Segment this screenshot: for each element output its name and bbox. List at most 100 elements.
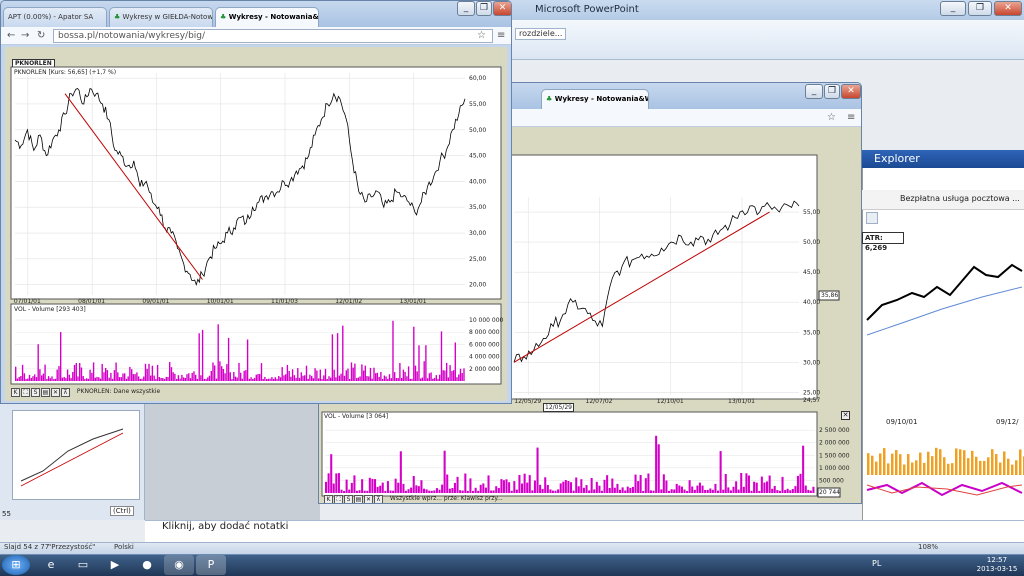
favorites-item[interactable]: Bezpłatna usługa pocztowa ... [900,194,1020,203]
volume-bar [219,361,221,381]
volume-bar [99,378,102,381]
volume-bar [124,373,126,381]
volume-bar [224,373,226,381]
volume-bar [464,473,467,493]
footer-btn[interactable]: S [31,388,40,397]
volume-bar [390,378,392,381]
volume-bar [404,371,406,381]
volume-bar [508,482,511,493]
volume-bar [523,473,526,493]
tab-wykresy-2[interactable]: ♣ Wykresy - Notowania&W [541,89,649,109]
taskbar-media[interactable]: ▶ [100,555,130,575]
volume-bar [515,489,518,493]
footer-btn[interactable]: S [344,495,353,503]
slide-thumbnail[interactable] [12,410,140,500]
footer-btn[interactable]: K [324,495,333,503]
volume-bar [693,489,696,493]
volume-bar [766,481,769,493]
footer-btn[interactable]: ✕ [364,495,373,503]
volume-bar [326,379,328,381]
orange-volume-bar [931,456,934,475]
volume-bar [327,473,330,493]
clock-date: 2013-03-15 [976,565,1018,573]
ribbon-dropdown[interactable]: rozdziele... [515,28,567,40]
ppt-minimize-button[interactable]: _ [940,1,966,16]
volume-bar [366,376,368,381]
taskbar-explorer[interactable]: ▭ [68,555,98,575]
chrome-window-1: APT (0.00%) - Apator SA ♣ Wykresy w GIEŁ… [0,0,512,404]
orange-volume-bar [891,453,894,475]
volume-tick-label: 2 000 000 [819,440,850,447]
footer-btn[interactable]: ⊼ [374,495,383,503]
footer-btn[interactable]: ⛶ [21,388,30,397]
orange-volume-bar [951,463,954,475]
volume-bar [647,473,650,493]
volume-bar [539,484,542,493]
volume-bar [134,374,136,381]
ppt-maximize-button[interactable]: ❐ [968,1,992,16]
language-indicator[interactable]: Polski [114,543,134,551]
volume-bar [412,476,415,493]
volume-bar [23,373,26,381]
close-volume-panel-2[interactable]: ✕ [841,411,850,420]
zoom-level[interactable]: 108% [918,543,938,551]
paste-options[interactable]: (Ctrl) [110,506,134,516]
win2-maximize[interactable]: ❐ [824,84,840,99]
volume-bar [399,363,401,381]
folder-icon: ▭ [77,558,89,571]
volume-bar [340,489,343,493]
footer-btn[interactable]: ⛶ [334,495,343,503]
volume-bar [181,374,183,381]
footer-btn[interactable]: ▤ [354,495,363,503]
powerpoint-icon: P [207,558,215,571]
y-tick-label: 50,00 [803,239,820,246]
orange-volume-bar [995,454,998,475]
footer-btn[interactable]: ⊼ [61,388,70,397]
volume-tick-label: 2 500 000 [819,427,850,434]
volume-bar [447,377,450,381]
orange-volume-bar [883,448,886,475]
taskbar-powerpoint[interactable]: P [196,555,226,575]
volume-bar [735,481,738,493]
volume-bar [79,363,81,381]
footer-btn[interactable]: ▤ [41,388,50,397]
star-icon[interactable]: ☆ [827,111,836,125]
volume-bar [500,479,503,493]
volume-bar [361,479,364,493]
menu-icon[interactable]: ≡ [847,111,855,125]
volume-bar [15,366,17,381]
footer-btn[interactable]: ✕ [51,388,60,397]
volume-bar [54,378,57,381]
volume-bar [39,369,41,381]
volume-bar [364,365,366,381]
taskbar-ie[interactable]: e [36,555,66,575]
keyboard-language[interactable]: PL [872,559,881,568]
volume-bar [474,487,477,493]
volume-bar [376,486,379,493]
volume-bar [722,489,725,493]
volume-bar [760,476,763,493]
ppt-close-button[interactable]: ✕ [994,1,1022,16]
volume-bar [709,488,712,493]
volume-bar [585,485,588,493]
volume-bar [388,374,391,381]
scroll-date[interactable]: 12/05/29 [543,403,574,412]
volume-bar [461,373,463,381]
volume-bar [252,379,254,381]
footer-btn[interactable]: K [11,388,20,397]
volume-bar [453,483,456,493]
start-button[interactable]: ⊞ [2,555,30,575]
y-tick-label: 30,00 [469,230,486,237]
win2-minimize[interactable]: _ [805,84,823,99]
volume-bar [430,490,433,493]
volume-bar [267,378,270,381]
win2-close[interactable]: ✕ [841,84,861,99]
volume-bar [588,490,591,493]
volume-bar [200,375,202,381]
volume-bar [383,375,386,381]
clock[interactable]: 12:57 2013-03-15 [972,556,1022,574]
taskbar-chrome[interactable]: ◉ [164,555,194,575]
volume-bar [240,372,242,381]
volume-bar [791,489,794,493]
taskbar-firefox[interactable]: ● [132,555,162,575]
